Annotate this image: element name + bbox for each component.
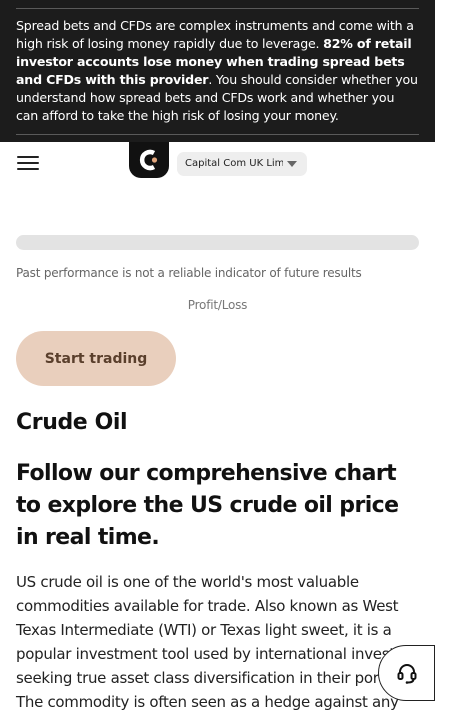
chevron-down-icon xyxy=(287,161,297,167)
headset-icon xyxy=(397,664,417,684)
hamburger-menu-icon[interactable] xyxy=(17,156,39,172)
support-chat-button[interactable] xyxy=(378,645,435,701)
start-trading-button[interactable]: Start trading xyxy=(16,331,176,386)
logo-c-icon xyxy=(139,149,158,171)
page-tagline: Follow our comprehensive chart to explor… xyxy=(16,461,399,550)
entity-selector-value: Capital Com UK Lim... xyxy=(185,158,283,169)
risk-warning-text: Spread bets and CFDs are complex instrum… xyxy=(16,8,419,135)
site-header: Capital Com UK Lim... xyxy=(0,142,435,186)
profit-loss-label: Profit/Loss xyxy=(187,298,248,312)
chart-loading-placeholder xyxy=(16,235,419,250)
risk-warning-banner: Spread bets and CFDs are complex instrum… xyxy=(0,0,435,142)
entity-selector-dropdown[interactable]: Capital Com UK Lim... xyxy=(177,152,307,176)
past-performance-disclaimer: Past performance is not a reliable indic… xyxy=(16,266,362,280)
capital-com-logo[interactable] xyxy=(129,142,169,178)
page-title: Crude Oil xyxy=(16,410,128,435)
description-paragraph: US crude oil is one of the world's most … xyxy=(16,573,419,711)
